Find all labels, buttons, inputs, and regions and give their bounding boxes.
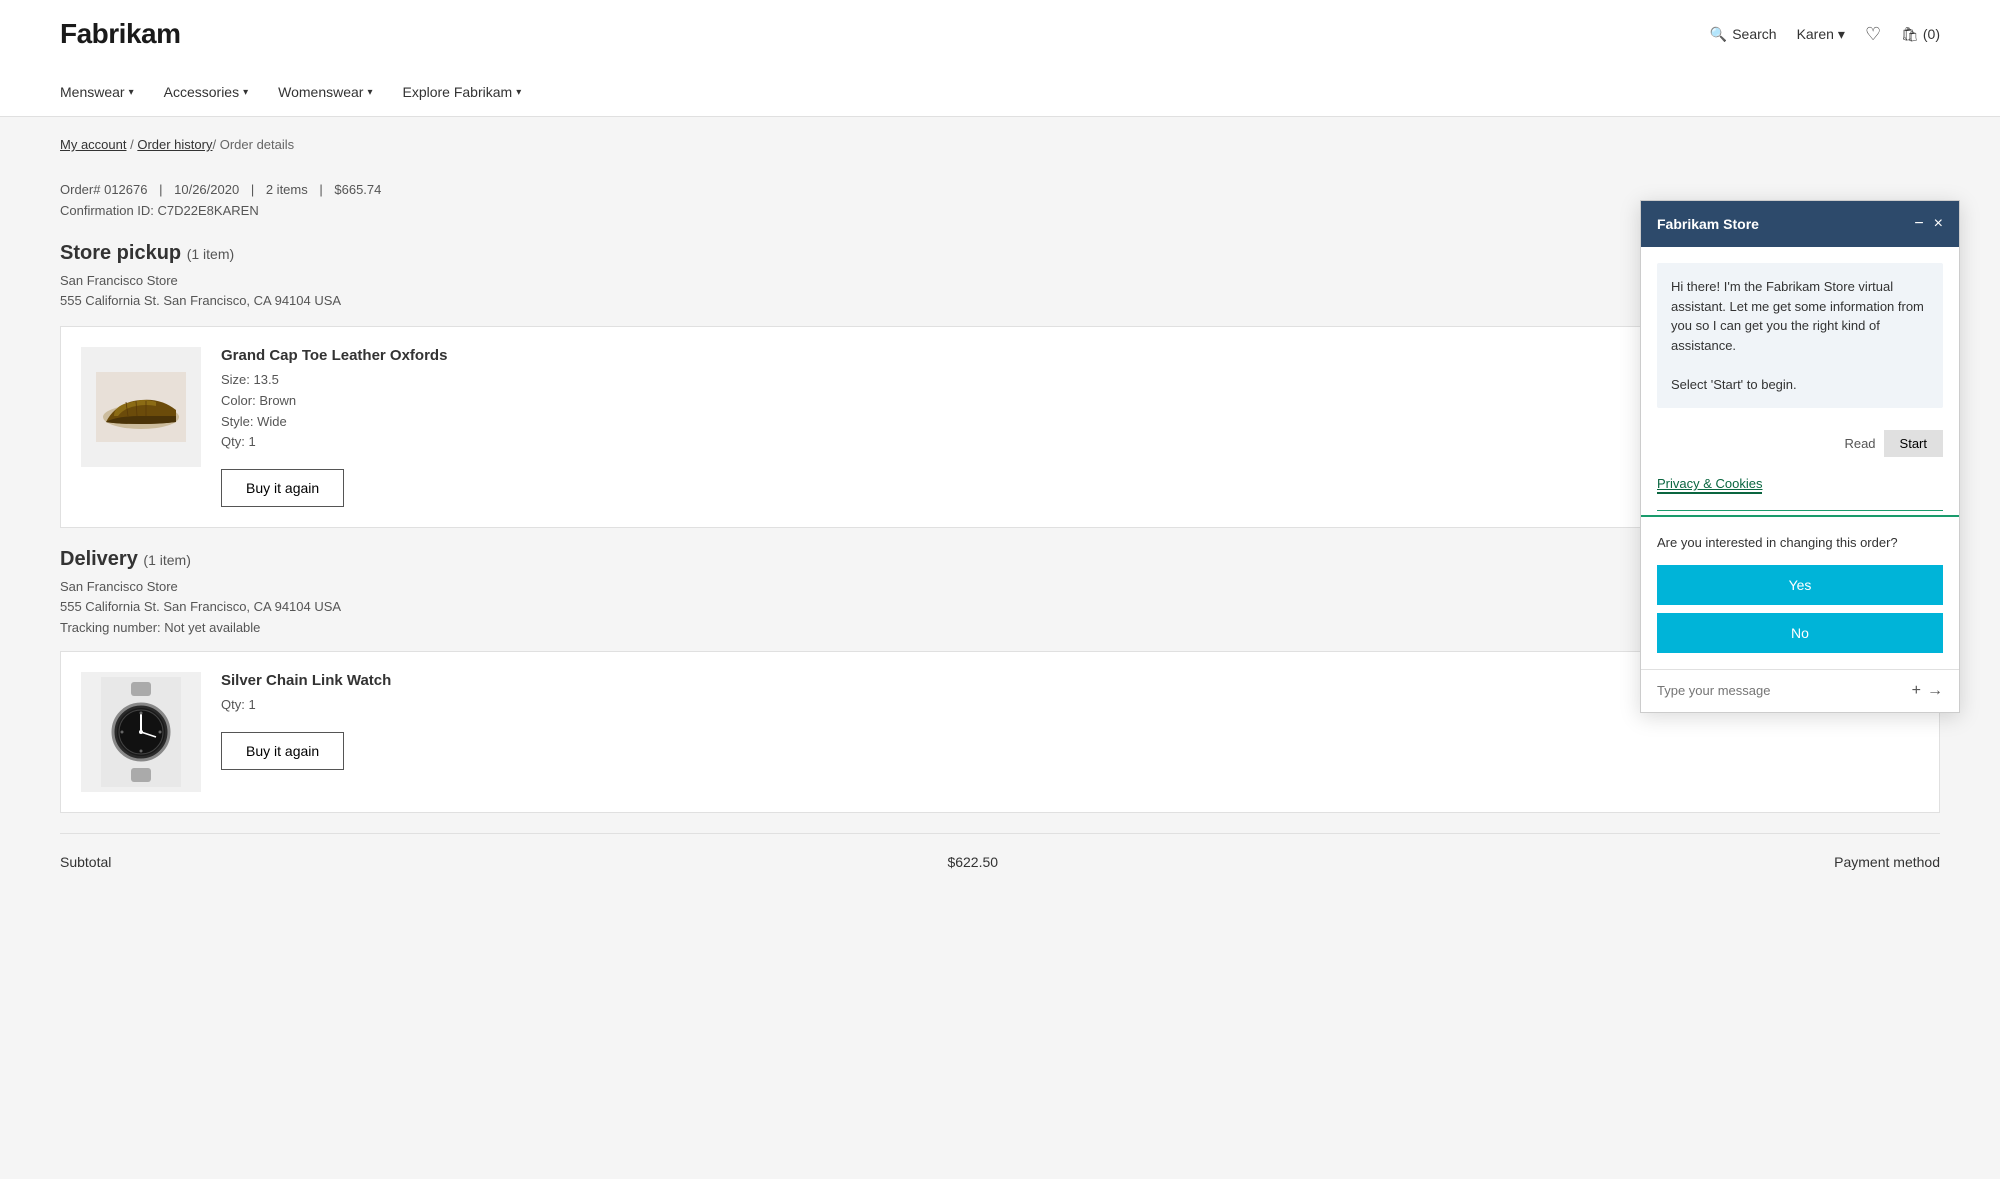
- start-button[interactable]: Start: [1884, 430, 1943, 457]
- chat-input[interactable]: [1657, 683, 1904, 698]
- bot-message-intro: Hi there! I'm the Fabrikam Store virtual…: [1657, 263, 1943, 408]
- subtotal-row: Subtotal $622.50 Payment method: [60, 833, 1940, 890]
- chat-close-button[interactable]: ×: [1934, 215, 1943, 233]
- main-nav: Menswear ▾ Accessories ▾ Womenswear ▾ Ex…: [60, 68, 1940, 116]
- order-total: $665.74: [334, 182, 381, 197]
- nav-item-menswear[interactable]: Menswear ▾: [60, 84, 134, 100]
- delivery-count: (1 item): [143, 552, 190, 568]
- nav-label-menswear: Menswear: [60, 84, 125, 100]
- product-details-1: Grand Cap Toe Leather Oxfords Size: 13.5…: [221, 347, 1830, 507]
- user-menu[interactable]: Karen ▾: [1797, 26, 1845, 43]
- privacy-cookies-link[interactable]: Privacy & Cookies: [1657, 475, 1943, 494]
- chat-action-row: Read Start: [1641, 424, 1959, 467]
- nav-item-accessories[interactable]: Accessories ▾: [164, 84, 249, 100]
- separator: |: [319, 182, 322, 197]
- chevron-down-icon: ▾: [243, 87, 248, 98]
- chat-input-area: + →: [1641, 669, 1959, 712]
- breadcrumb: My account / Order history/ Order detail…: [0, 117, 2000, 172]
- chevron-down-icon: ▾: [1838, 26, 1845, 43]
- chat-header-actions: − ×: [1914, 215, 1943, 233]
- confirmation-label: Confirmation ID:: [60, 203, 154, 218]
- chat-input-icons: + →: [1912, 682, 1943, 700]
- logo[interactable]: Fabrikam: [60, 18, 181, 50]
- order-date: 10/26/2020: [174, 182, 239, 197]
- chat-title: Fabrikam Store: [1657, 216, 1759, 232]
- read-label: Read: [1844, 436, 1875, 451]
- payment-method-label: Payment method: [1834, 854, 1940, 870]
- chevron-down-icon: ▾: [367, 87, 372, 98]
- user-name: Karen: [1797, 26, 1834, 42]
- cart-icon: 🛍: [1901, 26, 1919, 43]
- nav-label-accessories: Accessories: [164, 84, 239, 100]
- chat-divider: [1657, 510, 1943, 511]
- nav-label-womenswear: Womenswear: [278, 84, 363, 100]
- product-attr-1: Size: 13.5 Color: Brown Style: Wide Qty:…: [221, 370, 1830, 453]
- nav-item-womenswear[interactable]: Womenswear ▾: [278, 84, 372, 100]
- product-attr-2: Qty: 1: [221, 695, 1830, 716]
- product-image-watch: [81, 672, 201, 792]
- order-items-count: 2 items: [266, 182, 308, 197]
- chevron-down-icon: ▾: [516, 87, 521, 98]
- subtotal-amount: $622.50: [947, 854, 998, 870]
- separator: |: [251, 182, 254, 197]
- store-pickup-count: (1 item): [187, 246, 234, 262]
- chat-question-section: Are you interested in changing this orde…: [1641, 515, 1959, 669]
- nav-item-explore[interactable]: Explore Fabrikam ▾: [402, 84, 521, 100]
- chat-yes-button[interactable]: Yes: [1657, 565, 1943, 605]
- search-icon: 🔍: [1710, 26, 1727, 43]
- chat-send-button[interactable]: →: [1927, 682, 1943, 700]
- watch-image: [101, 677, 181, 787]
- chat-question-text: Are you interested in changing this orde…: [1657, 533, 1943, 553]
- chat-plus-button[interactable]: +: [1912, 682, 1921, 700]
- product-details-2: Silver Chain Link Watch Qty: 1 Buy it ag…: [221, 672, 1830, 770]
- breadcrumb-current: Order details: [220, 137, 294, 152]
- chat-widget: Fabrikam Store − × Hi there! I'm the Fab…: [1640, 200, 1960, 713]
- header-actions: 🔍 Search Karen ▾ ♡ 🛍 (0): [1710, 24, 1940, 45]
- confirmation-value: C7D22E8KAREN: [158, 203, 259, 218]
- wishlist-button[interactable]: ♡: [1865, 24, 1881, 45]
- buy-again-button-1[interactable]: Buy it again: [221, 469, 344, 507]
- chat-header: Fabrikam Store − ×: [1641, 201, 1959, 247]
- chevron-down-icon: ▾: [129, 87, 134, 98]
- order-number: 012676: [104, 182, 147, 197]
- chat-no-button[interactable]: No: [1657, 613, 1943, 653]
- order-number-label: Order#: [60, 182, 100, 197]
- breadcrumb-separator2: /: [212, 137, 216, 152]
- privacy-link-text[interactable]: Privacy & Cookies: [1657, 476, 1762, 494]
- chat-minimize-button[interactable]: −: [1914, 215, 1923, 233]
- product-image-shoe: [81, 347, 201, 467]
- search-button[interactable]: 🔍 Search: [1710, 26, 1777, 43]
- order-info: Order# 012676 | 10/26/2020 | 2 items | $…: [60, 182, 1940, 197]
- header-top: Fabrikam 🔍 Search Karen ▾ ♡ 🛍 (0): [60, 0, 1940, 68]
- breadcrumb-separator1: /: [126, 137, 133, 152]
- chat-body: Hi there! I'm the Fabrikam Store virtual…: [1641, 263, 1959, 669]
- cart-count: (0): [1923, 26, 1940, 42]
- breadcrumb-my-account[interactable]: My account: [60, 137, 126, 152]
- cart-button[interactable]: 🛍 (0): [1901, 26, 1940, 43]
- header: Fabrikam 🔍 Search Karen ▾ ♡ 🛍 (0) Menswe…: [0, 0, 2000, 117]
- buy-again-button-2[interactable]: Buy it again: [221, 732, 344, 770]
- subtotal-label: Subtotal: [60, 854, 111, 870]
- shoe-image: [96, 372, 186, 442]
- product-name-2: Silver Chain Link Watch: [221, 672, 1830, 689]
- breadcrumb-order-history[interactable]: Order history: [137, 137, 212, 152]
- separator: |: [159, 182, 162, 197]
- product-name-1: Grand Cap Toe Leather Oxfords: [221, 347, 1830, 364]
- nav-label-explore: Explore Fabrikam: [402, 84, 512, 100]
- search-label: Search: [1732, 26, 1776, 42]
